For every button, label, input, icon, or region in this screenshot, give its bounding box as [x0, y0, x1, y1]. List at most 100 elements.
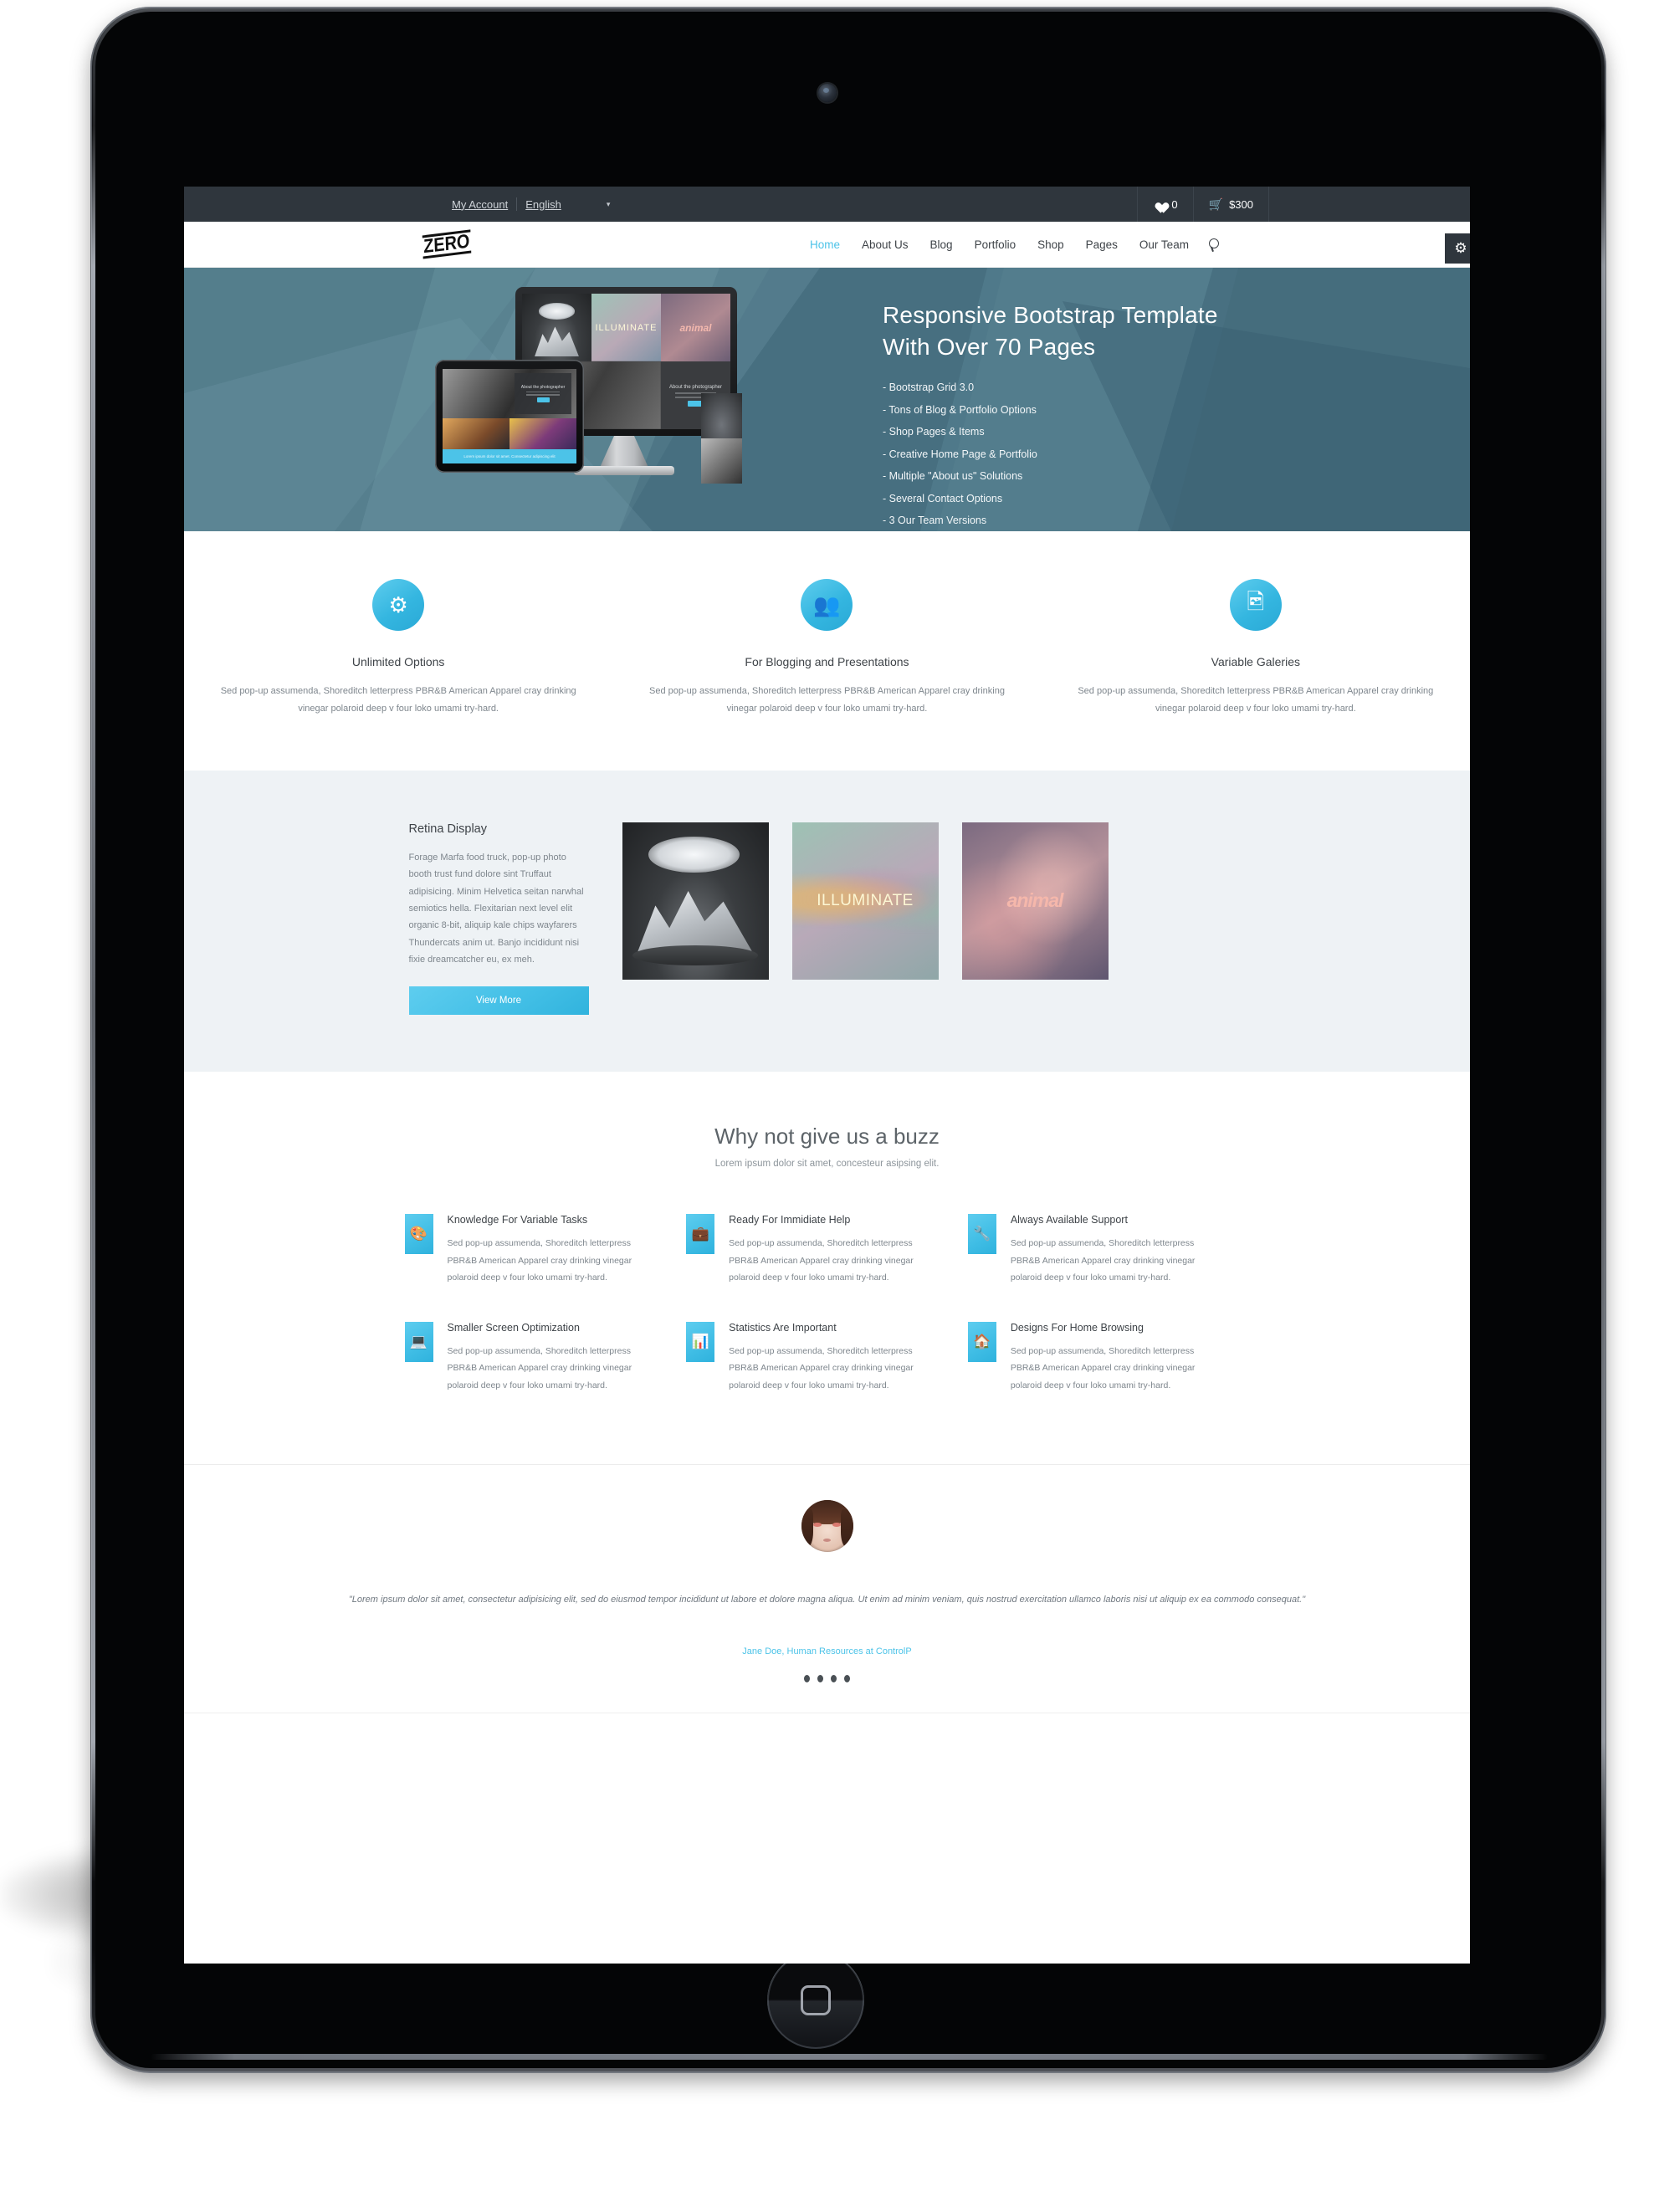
view-more-button[interactable]: View More: [408, 986, 589, 1016]
my-account-link[interactable]: My Account: [443, 198, 516, 211]
users-icon: 👥: [801, 579, 853, 631]
features-section: ⚙ Unlimited Options Sed pop-up assumenda…: [184, 531, 1470, 771]
tablet-screen: About the photographer Lorem ipsum dolor…: [443, 369, 576, 463]
hero-title-line-2: With Over 70 Pages: [883, 333, 1096, 360]
bezel-highlight-right: [1601, 125, 1605, 1882]
buzz-item-title: Knowledge For Variable Tasks: [447, 1214, 588, 1226]
search-icon[interactable]: [1208, 238, 1221, 252]
tablet-tile-b: [443, 417, 510, 450]
tablet-caption-bar: Lorem ipsum dolor sit amet. Consectetur …: [443, 449, 576, 463]
feature-text: Sed pop-up assumenda, Shoreditch letterp…: [649, 686, 1005, 714]
monitor-stand: [599, 436, 649, 469]
tablet-overlay-label: About the photographer: [520, 384, 566, 390]
buzz-item: 💻 Smaller Screen Optimization Sed pop-up…: [404, 1321, 687, 1394]
hero-copy: Responsive Bootstrap Template With Over …: [883, 300, 1351, 531]
feature-card: 🖻 Variable Galeries Sed pop-up assumenda…: [1042, 579, 1470, 719]
nav-item-pages[interactable]: Pages: [1075, 238, 1129, 251]
carousel-dot[interactable]: [844, 1675, 850, 1683]
retina-copy: Retina Display Forage Marfa food truck, …: [408, 822, 589, 1016]
feature-text: Sed pop-up assumenda, Shoreditch letterp…: [1078, 686, 1434, 714]
feature-title: For Blogging and Presentations: [745, 655, 909, 668]
nav-item-home[interactable]: Home: [799, 238, 851, 251]
carousel-dot[interactable]: [817, 1675, 823, 1683]
site-logo[interactable]: ZERO: [420, 229, 474, 259]
gallery-image-animal[interactable]: animal: [961, 822, 1109, 980]
nav-item-shop[interactable]: Shop: [1027, 238, 1075, 251]
buzz-item-title: Designs For Home Browsing: [1010, 1321, 1144, 1334]
hero-feature-list: - Bootstrap Grid 3.0 - Tons of Blog & Po…: [883, 382, 1351, 526]
buzz-text-block: Knowledge For Variable Tasks Sed pop-up …: [448, 1214, 652, 1286]
bezel-highlight-left: [91, 125, 95, 1882]
utility-left-group: My Account English ▾: [443, 197, 610, 211]
laptop-icon: 💻: [404, 1321, 433, 1362]
buzz-item-text: Sed pop-up assumenda, Shoreditch letterp…: [1010, 1345, 1196, 1390]
home-button[interactable]: [767, 1952, 864, 2049]
logo-frame: ZERO: [422, 229, 472, 259]
tablet-bottom-edge: [151, 2054, 1548, 2060]
tablet-overlay-line: [525, 391, 561, 393]
cart-icon: 🛒: [1208, 197, 1224, 211]
gear-icon[interactable]: ⚙: [1445, 233, 1470, 264]
gallery-image-mountain[interactable]: [622, 822, 769, 980]
mountain-shape: [637, 890, 754, 955]
monitor-base: [574, 466, 674, 475]
buzz-item-title: Always Available Support: [1010, 1214, 1128, 1226]
buzz-text-block: Always Available Support Sed pop-up assu…: [1011, 1214, 1215, 1286]
carousel-dot[interactable]: [804, 1675, 810, 1683]
cart-total: $300: [1229, 197, 1253, 211]
cart-button[interactable]: 🛒 $300: [1192, 187, 1269, 222]
tablet-tile-overlay: About the photographer: [515, 372, 571, 415]
hero-list-item: - Multiple "About us" Solutions: [883, 470, 1023, 483]
language-selector[interactable]: English: [517, 198, 570, 211]
buzz-item-title: Statistics Are Important: [729, 1321, 837, 1334]
testimonial-author[interactable]: Jane Doe, Human Resources at ControlP: [184, 1646, 1470, 1656]
avatar-lips: [822, 1538, 832, 1543]
tablet-tile-c: [510, 417, 576, 450]
site-header: ZERO Home About Us Blog Portfolio Shop P…: [184, 222, 1470, 268]
buzz-item: 🎨 Knowledge For Variable Tasks Sed pop-u…: [404, 1214, 687, 1286]
nav-item-blog[interactable]: Blog: [919, 238, 964, 251]
buzz-item-text: Sed pop-up assumenda, Shoreditch letterp…: [1010, 1238, 1196, 1283]
home-button-glyph: [801, 1985, 831, 2015]
carousel-dots: [184, 1675, 1470, 1683]
palette-icon: 🎨: [404, 1214, 433, 1255]
buzz-text-block: Designs For Home Browsing Sed pop-up ass…: [1011, 1322, 1215, 1394]
buzz-item-text: Sed pop-up assumenda, Shoreditch letterp…: [729, 1345, 914, 1390]
buzz-text-block: Ready For Immidiate Help Sed pop-up assu…: [729, 1214, 933, 1286]
hero-list-item: - Bootstrap Grid 3.0: [883, 381, 975, 394]
buzz-item-text: Sed pop-up assumenda, Shoreditch letterp…: [447, 1345, 632, 1390]
retina-inner: Retina Display Forage Marfa food truck, …: [408, 822, 1246, 1016]
nav-item-our-team[interactable]: Our Team: [1129, 238, 1200, 251]
buzz-item-text: Sed pop-up assumenda, Shoreditch letterp…: [729, 1238, 914, 1283]
gallery-image-illuminate[interactable]: ILLUMINATE: [791, 822, 939, 980]
cloud-shape: [648, 836, 740, 873]
testimonial-section: "Lorem ipsum dolor sit amet, consectetur…: [184, 1464, 1470, 1713]
chevron-down-icon[interactable]: ▾: [607, 200, 611, 209]
avatar-hair-right: [840, 1509, 853, 1547]
utility-top-bar: My Account English ▾ 0 🛒 $300: [184, 187, 1470, 222]
logo-text: ZERO: [422, 230, 471, 259]
avatar-eye-right: [832, 1523, 841, 1528]
tablet-overlay-line: [525, 394, 561, 396]
phone-mockup: [701, 393, 742, 484]
buzz-text-block: Statistics Are Important Sed pop-up assu…: [729, 1322, 933, 1394]
nav-item-portfolio[interactable]: Portfolio: [964, 238, 1027, 251]
gears-icon: ⚙: [372, 579, 425, 631]
feature-card: ⚙ Unlimited Options Sed pop-up assumenda…: [184, 579, 612, 719]
feature-title: Unlimited Options: [351, 655, 445, 668]
retina-text: Forage Marfa food truck, pop-up photo bo…: [408, 852, 584, 965]
wishlist-button[interactable]: 0: [1137, 187, 1192, 222]
tile-illuminate-label: ILLUMINATE: [595, 322, 658, 333]
hero-list-item: - Shop Pages & Items: [883, 426, 985, 438]
buzz-text-block: Smaller Screen Optimization Sed pop-up a…: [448, 1322, 652, 1394]
hero-device-mockups: ILLUMINATE animal About the photographer: [435, 280, 786, 506]
carousel-dot[interactable]: [831, 1675, 837, 1683]
buzz-subheading: Lorem ipsum dolor sit amet, concesteur a…: [714, 1159, 940, 1170]
wrench-icon: 🔧: [967, 1214, 996, 1255]
nav-item-about-us[interactable]: About Us: [851, 238, 919, 251]
heart-icon: [1153, 198, 1165, 210]
hero-list-item: - Creative Home Page & Portfolio: [883, 448, 1037, 460]
buzz-item: 📊 Statistics Are Important Sed pop-up as…: [686, 1321, 968, 1394]
tablet-overlay-button: [536, 397, 550, 402]
briefcase-icon: 💼: [686, 1214, 715, 1255]
